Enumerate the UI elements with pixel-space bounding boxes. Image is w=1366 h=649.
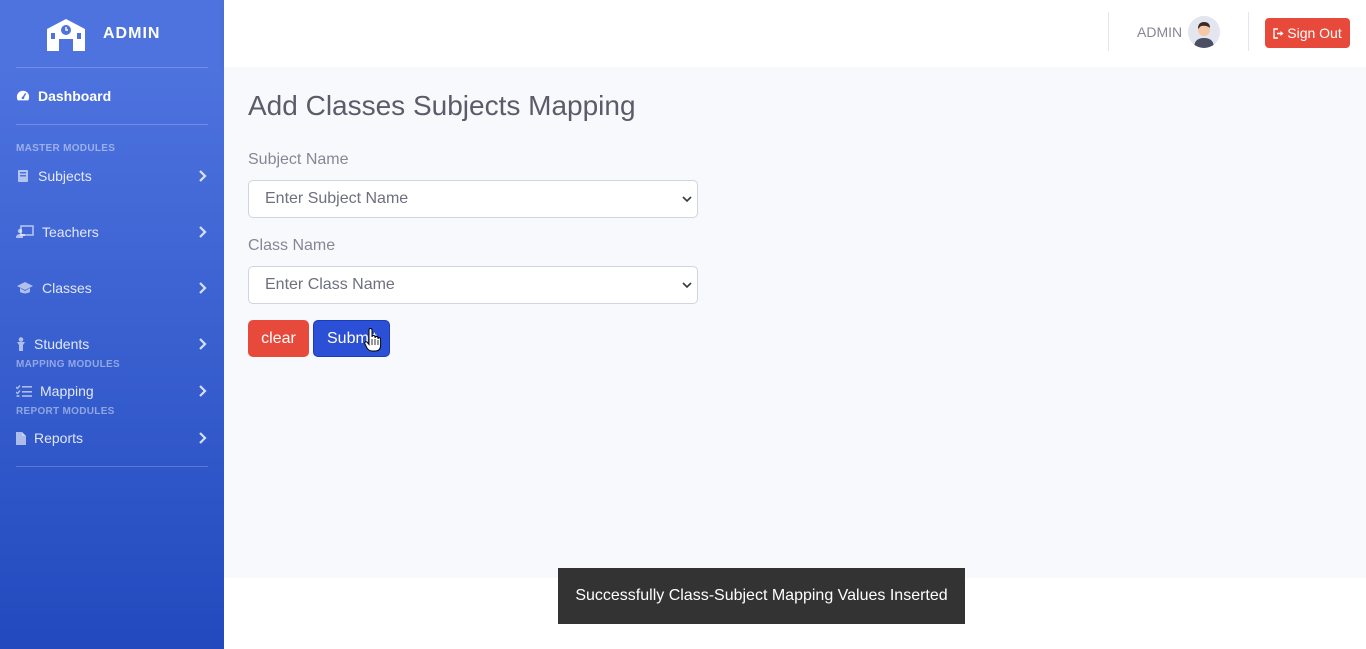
- subject-name-select[interactable]: Enter Subject Name: [248, 180, 698, 218]
- sidebar-item-label: Dashboard: [38, 88, 112, 104]
- student-icon: [16, 337, 26, 351]
- chevron-right-icon: [199, 226, 207, 238]
- class-name-label: Class Name: [248, 237, 336, 254]
- sidebar-item-reports[interactable]: Reports: [0, 410, 224, 466]
- sidebar-item-label: Mapping: [40, 383, 94, 399]
- chevron-down-icon: [682, 282, 692, 289]
- brand-title: ADMIN: [103, 24, 161, 42]
- chevron-right-icon: [199, 432, 207, 444]
- chevron-right-icon: [199, 338, 207, 350]
- book-icon: [16, 169, 30, 183]
- sidebar-divider: [16, 466, 208, 467]
- sidebar-item-label: Students: [34, 336, 90, 352]
- topbar-divider: [1248, 12, 1249, 51]
- subject-name-placeholder: Enter Subject Name: [265, 190, 409, 207]
- sidebar-item-label: Teachers: [42, 224, 99, 240]
- sidebar-item-subjects[interactable]: Subjects: [0, 148, 224, 204]
- tachometer-icon: [16, 89, 30, 103]
- hand-cursor-icon: [364, 328, 382, 352]
- chevron-down-icon: [682, 196, 692, 203]
- sidebar-brand[interactable]: ADMIN: [0, 0, 224, 67]
- sidebar-item-dashboard[interactable]: Dashboard: [0, 68, 224, 124]
- sidebar-item-label: Subjects: [38, 168, 92, 184]
- chevron-right-icon: [199, 282, 207, 294]
- class-name-select[interactable]: Enter Class Name: [248, 266, 698, 304]
- sign-out-label: Sign Out: [1287, 25, 1342, 41]
- subject-name-label: Subject Name: [248, 151, 349, 168]
- graduation-cap-icon: [16, 281, 34, 295]
- topbar: ADMIN Sign Out: [224, 0, 1366, 67]
- class-name-placeholder: Enter Class Name: [265, 276, 395, 293]
- file-icon: [16, 431, 26, 445]
- chevron-right-icon: [199, 385, 207, 397]
- sign-out-icon: [1273, 27, 1284, 39]
- school-building-icon: [47, 18, 85, 51]
- sign-out-button[interactable]: Sign Out: [1265, 18, 1350, 48]
- clear-button[interactable]: clear: [248, 320, 309, 357]
- sidebar-item-classes[interactable]: Classes: [0, 260, 224, 316]
- list-check-icon: [16, 384, 32, 398]
- chevron-right-icon: [199, 170, 207, 182]
- avatar[interactable]: [1188, 16, 1220, 48]
- sidebar-item-teachers[interactable]: Teachers: [0, 204, 224, 260]
- toast-notification: Successfully Class-Subject Mapping Value…: [558, 568, 965, 624]
- sidebar-item-label: Classes: [42, 280, 92, 296]
- sidebar-divider: [16, 124, 208, 125]
- topbar-divider: [1108, 12, 1109, 51]
- main-content: Add Classes Subjects Mapping Subject Nam…: [224, 67, 1366, 578]
- sidebar-item-label: Reports: [34, 430, 84, 446]
- sidebar: ADMIN Dashboard MASTER MODULES Subjects …: [0, 0, 224, 649]
- user-name[interactable]: ADMIN: [1137, 24, 1182, 40]
- page-title: Add Classes Subjects Mapping: [248, 90, 636, 121]
- chalkboard-teacher-icon: [16, 225, 34, 239]
